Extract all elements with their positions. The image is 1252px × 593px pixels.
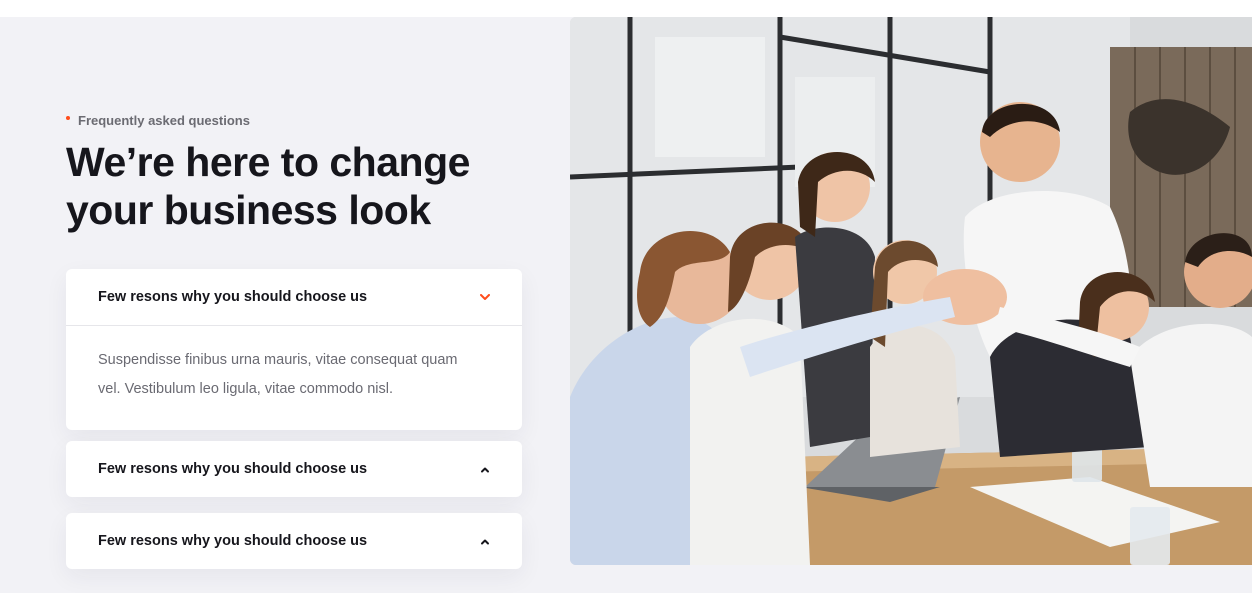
faq-item-3: Few resons why you should choose us [66, 513, 522, 569]
faq-item-1: Few resons why you should choose us Susp… [66, 269, 522, 430]
section-eyebrow: Frequently asked questions [66, 113, 250, 128]
team-photo-illustration [570, 17, 1252, 565]
faq-item-3-toggle[interactable]: Few resons why you should choose us [66, 513, 522, 569]
chevron-up-icon[interactable] [478, 534, 492, 548]
chevron-up-icon[interactable] [478, 462, 492, 476]
faq-question: Few resons why you should choose us [98, 461, 368, 477]
eyebrow-label: Frequently asked questions [78, 113, 250, 128]
faq-item-2-toggle[interactable]: Few resons why you should choose us [66, 441, 522, 497]
faq-answer: Suspendisse finibus urna mauris, vitae c… [66, 325, 522, 430]
accent-dot [66, 115, 70, 120]
faq-question: Few resons why you should choose us [98, 533, 368, 549]
team-photo [570, 17, 1252, 565]
faq-question: Few resons why you should choose us [98, 289, 368, 305]
faq-item-1-toggle[interactable]: Few resons why you should choose us [66, 269, 522, 325]
section-heading: We’re here to change your business look [66, 138, 546, 234]
heading-line-2: your business look [66, 187, 431, 233]
faq-item-2: Few resons why you should choose us [66, 441, 522, 497]
chevron-down-icon[interactable] [478, 290, 492, 304]
heading-line-1: We’re here to change [66, 139, 470, 185]
